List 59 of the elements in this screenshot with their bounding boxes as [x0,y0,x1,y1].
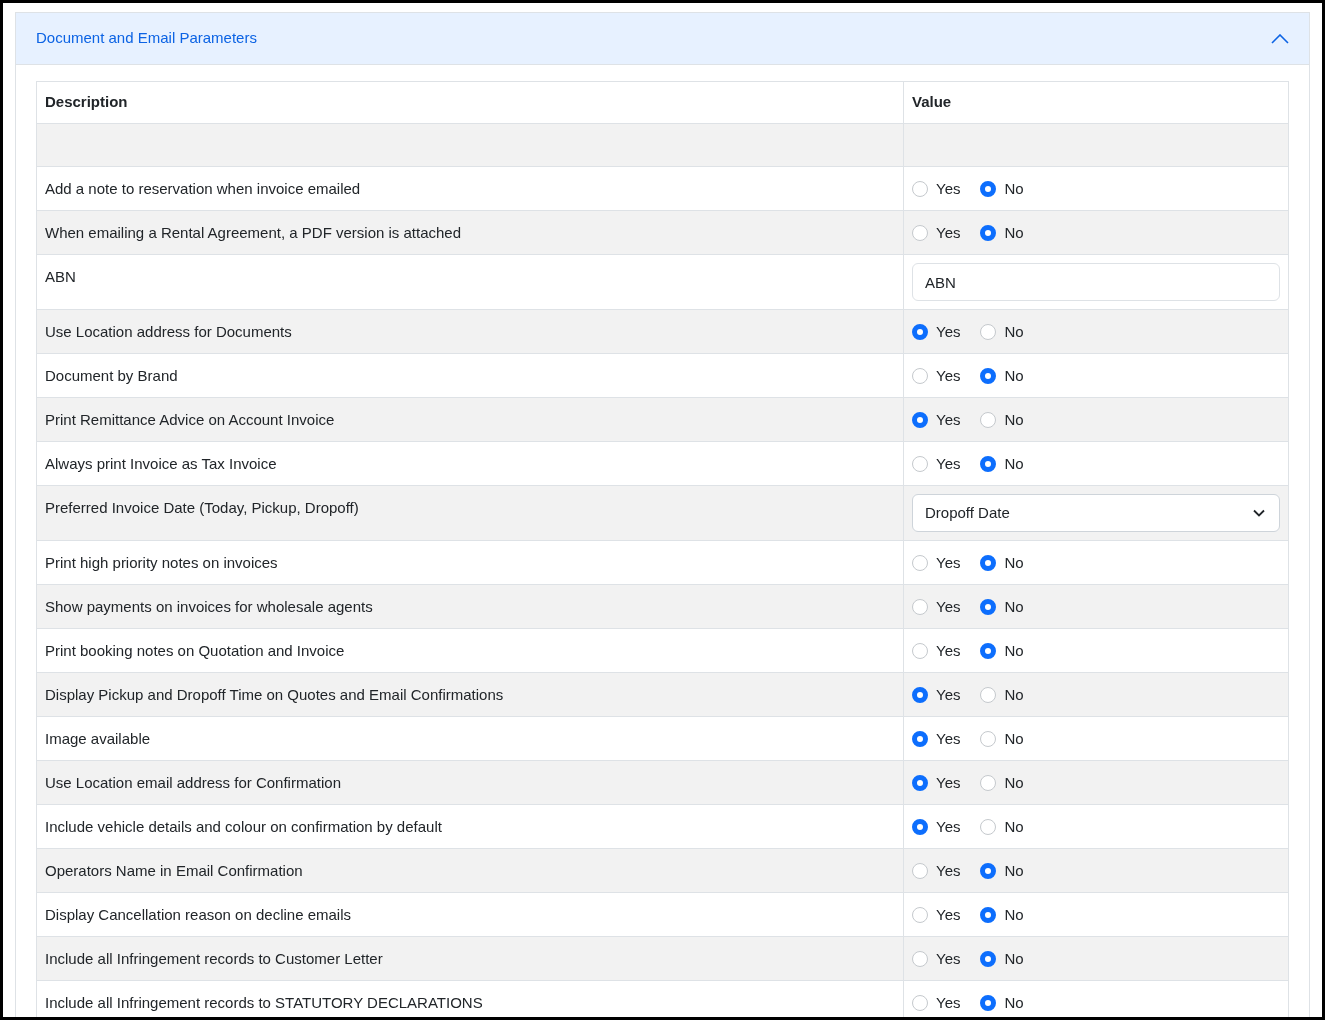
row-label: Image available [45,730,151,747]
radio-option[interactable]: No [980,774,1024,791]
row-label: Document by Brand [45,367,178,384]
row-label: Display Cancellation reason on decline emails [45,906,351,923]
radio-option[interactable]: No [980,686,1024,703]
radio-option-selected[interactable]: Yes [912,411,961,428]
radio-option-selected[interactable]: Yes [912,323,961,340]
radio-option[interactable]: No [980,818,1024,835]
text-input-field[interactable]: ABN [912,263,1280,301]
radio-option-selected[interactable]: No [980,862,1024,879]
radio-option-selected[interactable]: Yes [912,686,961,703]
radio-option-selected[interactable]: No [980,994,1024,1011]
radio-option[interactable]: No [980,730,1024,747]
radio-option[interactable]: Yes [912,598,961,615]
radio-option[interactable]: Yes [912,906,961,923]
radio-option-selected[interactable]: No [980,642,1024,659]
radio-option[interactable]: Yes [912,642,961,659]
radio-option[interactable]: Yes [912,455,961,472]
row-label: Print Remittance Advice on Account Invoice [45,411,335,428]
column-header: Description [36,81,904,124]
column-header: Value [903,81,1289,124]
radio-option[interactable]: Yes [912,862,961,879]
row-label: Preferred Invoice Date (Today, Pickup, Dropoff) [45,499,359,516]
radio-option[interactable]: Yes [912,180,961,197]
radio-option[interactable]: Yes [912,994,961,1011]
radio-option[interactable]: Yes [912,224,961,241]
radio-option[interactable]: Yes [912,554,961,571]
radio-option-selected[interactable]: No [980,950,1024,967]
row-label: Include vehicle details and colour on confirmation by default [45,818,442,835]
row-label: Display Pickup and Dropoff Time on Quotes and Email Confirmations [45,686,504,703]
radio-option-selected[interactable]: Yes [912,818,961,835]
radio-option[interactable]: No [980,323,1024,340]
caret-icon [1253,509,1265,517]
row-label: Print high priority notes on invoices [45,554,278,571]
radio-option-selected[interactable]: No [980,598,1024,615]
radio-option-selected[interactable]: No [980,906,1024,923]
radio-option[interactable]: No [980,411,1024,428]
radio-option-selected[interactable]: Yes [912,730,961,747]
radio-option-selected[interactable]: No [980,367,1024,384]
radio-option-selected[interactable]: No [980,224,1024,241]
row-label: Show payments on invoices for wholesale agents [45,598,373,615]
radio-option-selected[interactable]: No [980,554,1024,571]
row-label: When emailing a Rental Agreement, a PDF version is attached [45,224,462,241]
row-label: Add a note to reservation when invoice emailed [45,180,361,197]
row-label: Include all Infringement records to STATUTORY DECLARATIONS [45,994,483,1011]
radio-option-selected[interactable]: No [980,455,1024,472]
dropdown-field[interactable]: Dropoff Date [912,494,1280,532]
row-label: Use Location address for Documents [45,323,292,340]
row-label: Always print Invoice as Tax Invoice [45,455,277,472]
radio-option[interactable]: Yes [912,367,961,384]
row-label: ABN [45,268,76,285]
row-label: Use Location email address for Confirmation [45,774,341,791]
row-label: Print booking notes on Quotation and Invoice [45,642,345,659]
radio-option-selected[interactable]: Yes [912,774,961,791]
radio-option-selected[interactable]: No [980,180,1024,197]
radio-option[interactable]: Yes [912,950,961,967]
row-label: Operators Name in Email Confirmation [45,862,303,879]
row-label: Include all Infringement records to Customer Letter [45,950,383,967]
accordion-header[interactable]: Document and Email Parameters [16,13,1309,65]
